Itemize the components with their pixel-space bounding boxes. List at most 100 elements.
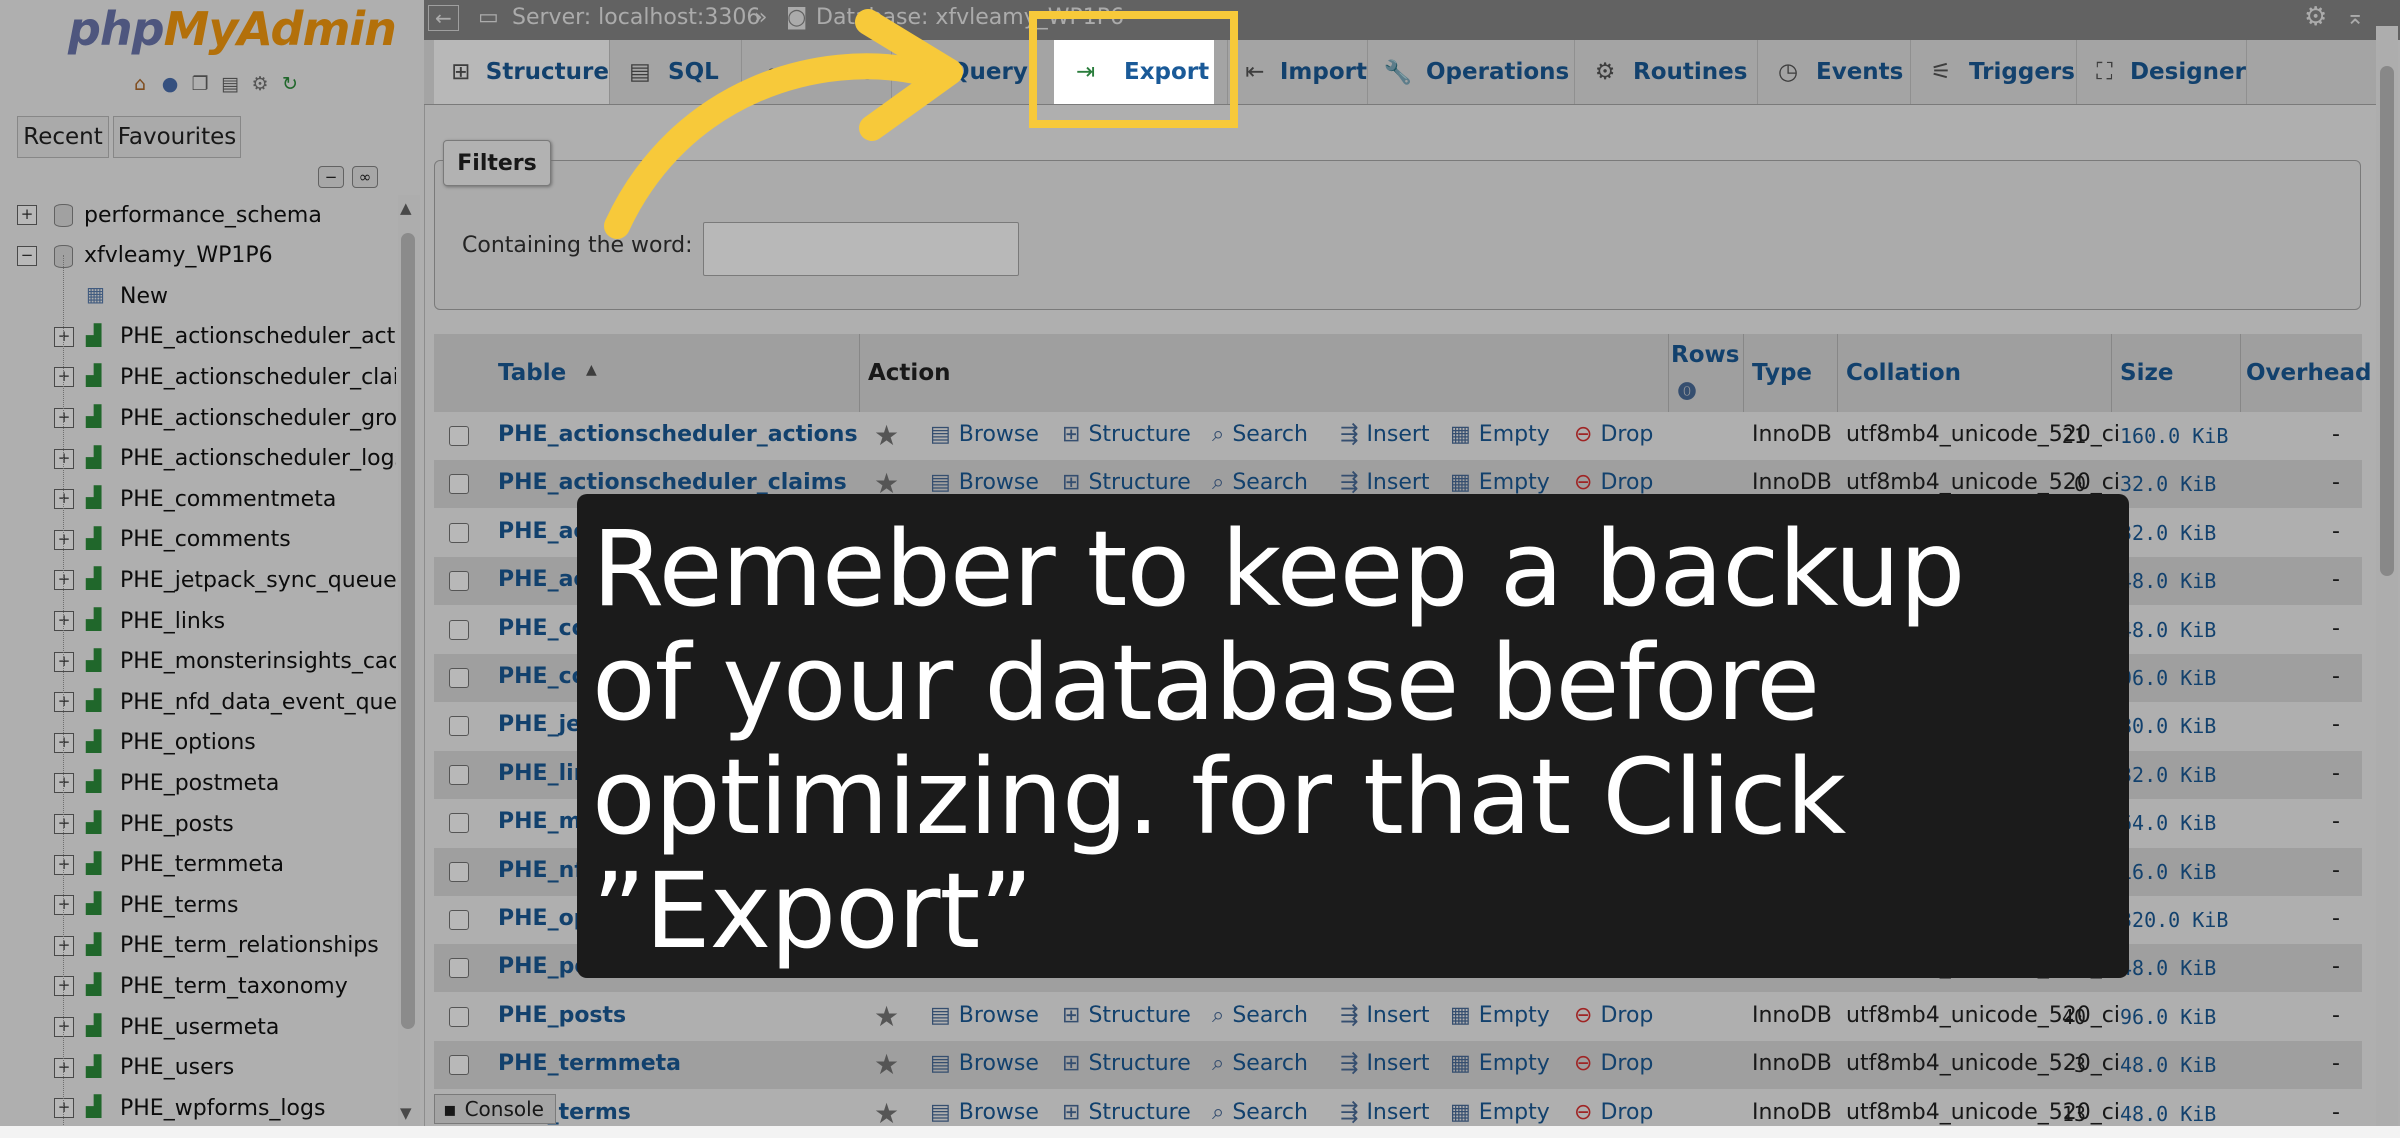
tree-table-item[interactable]: + ▟ PHE_actionscheduler_groups bbox=[0, 398, 396, 438]
collapse-all-icon[interactable]: − bbox=[318, 166, 344, 188]
breadcrumb-server[interactable]: Server: localhost:3306 bbox=[512, 5, 760, 30]
expand-icon[interactable]: + bbox=[54, 529, 74, 550]
row-checkbox[interactable] bbox=[449, 668, 469, 688]
tree-database-label[interactable]: performance_schema bbox=[84, 203, 322, 228]
home-icon[interactable]: ⌂ bbox=[128, 72, 152, 96]
collapse-top-icon[interactable]: ⌅ bbox=[2346, 5, 2364, 30]
browse-action-link[interactable]: ▤ Browse bbox=[930, 422, 1039, 447]
tree-table-label[interactable]: PHE_posts bbox=[120, 812, 234, 837]
structure-action-link[interactable]: ⊞ Structure bbox=[1062, 1003, 1191, 1028]
table-name-link[interactable]: PHE_termmeta bbox=[498, 1051, 681, 1076]
tree-table-item[interactable]: + ▟ PHE_term_relationships bbox=[0, 926, 396, 966]
search-action-link[interactable]: ⌕ Search bbox=[1212, 1003, 1308, 1028]
drop-action-link[interactable]: ⊖ Drop bbox=[1574, 1051, 1653, 1076]
tree-table-label[interactable]: PHE_term_relationships bbox=[120, 933, 379, 958]
reload-icon[interactable]: ↻ bbox=[278, 72, 302, 96]
structure-action-link[interactable]: ⊞ Structure bbox=[1062, 1100, 1191, 1125]
page-settings-gear-icon[interactable]: ⚙ bbox=[2304, 2, 2327, 32]
sidebar-scrollbar-thumb[interactable] bbox=[401, 233, 415, 1029]
column-header-size[interactable]: Size bbox=[2120, 360, 2173, 386]
filter-text-input[interactable] bbox=[703, 222, 1019, 276]
tree-table-label[interactable]: PHE_monsterinsights_cache bbox=[120, 649, 396, 674]
tree-table-label[interactable]: PHE_users bbox=[120, 1055, 234, 1080]
row-checkbox[interactable] bbox=[449, 1055, 469, 1076]
browse-action-link[interactable]: ▤ Browse bbox=[930, 1051, 1039, 1076]
table-size[interactable]: 96.0 KiB bbox=[2120, 1005, 2216, 1029]
row-checkbox[interactable] bbox=[449, 426, 469, 446]
expand-icon[interactable]: + bbox=[17, 205, 37, 225]
search-action-link[interactable]: ⌕ Search bbox=[1212, 1051, 1308, 1076]
tree-table-label[interactable]: PHE_usermeta bbox=[120, 1015, 279, 1040]
drop-action-link[interactable]: ⊖ Drop bbox=[1574, 422, 1653, 447]
browse-action-link[interactable]: ▤ Browse bbox=[930, 1100, 1039, 1125]
tree-database-label[interactable]: xfvleamy_WP1P6 bbox=[84, 243, 273, 268]
table-name-link[interactable]: PHE_actionscheduler_claims bbox=[498, 470, 847, 495]
tab-import[interactable]: ⇤ Import bbox=[1228, 40, 1368, 104]
insert-action-link[interactable]: ⇶ Insert bbox=[1340, 470, 1430, 495]
favorite-star-icon[interactable]: ★ bbox=[874, 1097, 899, 1130]
table-size[interactable]: 32.0 KiB bbox=[2120, 521, 2216, 545]
sidebar-scrollbar[interactable]: ▲ ▼ bbox=[398, 195, 420, 1126]
favorite-star-icon[interactable]: ★ bbox=[874, 419, 899, 452]
favourites-button[interactable]: Favourites bbox=[113, 116, 241, 158]
table-size[interactable]: 48.0 KiB bbox=[2120, 1053, 2216, 1077]
tree-table-item[interactable]: + ▟ PHE_terms bbox=[0, 885, 396, 925]
column-header-table[interactable]: Table bbox=[498, 360, 566, 386]
expand-icon[interactable]: + bbox=[54, 448, 74, 469]
insert-action-link[interactable]: ⇶ Insert bbox=[1340, 1051, 1430, 1076]
tree-database[interactable]: + performance_schema bbox=[0, 195, 396, 235]
tree-table-item[interactable]: + ▟ PHE_monsterinsights_cache bbox=[0, 642, 396, 682]
link-with-main-icon[interactable]: ∞ bbox=[352, 166, 378, 188]
table-name-link[interactable]: PHE_posts bbox=[498, 1003, 626, 1028]
tree-table-label[interactable]: PHE_termmeta bbox=[120, 852, 284, 877]
table-size[interactable]: 96.0 KiB bbox=[2120, 666, 2216, 690]
drop-action-link[interactable]: ⊖ Drop bbox=[1574, 470, 1653, 495]
tree-table-item[interactable]: + ▟ PHE_options bbox=[0, 723, 396, 763]
expand-icon[interactable]: + bbox=[54, 611, 74, 631]
tree-table-label[interactable]: PHE_terms bbox=[120, 893, 238, 918]
structure-action-link[interactable]: ⊞ Structure bbox=[1062, 1051, 1191, 1076]
browse-action-link[interactable]: ▤ Browse bbox=[930, 470, 1039, 495]
expand-icon[interactable]: + bbox=[54, 814, 74, 834]
expand-icon[interactable]: + bbox=[54, 1057, 74, 1078]
structure-action-link[interactable]: ⊞ Structure bbox=[1062, 470, 1191, 495]
tree-table-item[interactable]: + ▟ PHE_term_taxonomy bbox=[0, 966, 396, 1006]
tree-table-label[interactable]: PHE_comments bbox=[120, 527, 291, 552]
table-size[interactable]: 16.0 KiB bbox=[2120, 860, 2216, 884]
help-icon[interactable]: ❐ bbox=[188, 72, 212, 96]
row-checkbox[interactable] bbox=[449, 861, 469, 882]
search-action-link[interactable]: ⌕ Search bbox=[1212, 470, 1308, 495]
main-scrollbar[interactable] bbox=[2376, 26, 2398, 1126]
tree-table-label[interactable]: PHE_options bbox=[120, 730, 256, 755]
expand-icon[interactable]: + bbox=[54, 935, 74, 956]
browse-action-link[interactable]: ▤ Browse bbox=[930, 1003, 1039, 1028]
tree-table-item[interactable]: + ▟ PHE_jetpack_sync_queue bbox=[0, 560, 396, 600]
tree-table-item[interactable]: + ▟ PHE_actionscheduler_logs bbox=[0, 439, 396, 479]
expand-icon[interactable]: + bbox=[54, 570, 74, 591]
console-toggle[interactable]: ▪ Console bbox=[434, 1094, 556, 1124]
tree-table-item[interactable]: + ▟ PHE_actionscheduler_claims bbox=[0, 357, 396, 397]
column-header-overhead[interactable]: Overhead bbox=[2246, 360, 2371, 386]
tab-events[interactable]: ◷ Events bbox=[1758, 40, 1911, 104]
expand-icon[interactable]: + bbox=[54, 651, 74, 672]
favorite-star-icon[interactable]: ★ bbox=[874, 1048, 899, 1081]
expand-icon[interactable]: + bbox=[54, 854, 74, 875]
insert-action-link[interactable]: ⇶ Insert bbox=[1340, 1003, 1430, 1028]
table-size[interactable]: 320.0 KiB bbox=[2120, 908, 2228, 932]
expand-icon[interactable]: + bbox=[54, 326, 74, 347]
structure-action-link[interactable]: ⊞ Structure bbox=[1062, 422, 1191, 447]
tab-triggers[interactable]: ⚟ Triggers bbox=[1911, 40, 2077, 104]
row-checkbox[interactable] bbox=[449, 1006, 469, 1027]
tree-table-label[interactable]: PHE_postmeta bbox=[120, 771, 279, 796]
row-checkbox[interactable] bbox=[449, 910, 469, 930]
tree-table-label[interactable]: PHE_links bbox=[120, 609, 225, 634]
column-header-rows[interactable]: Rows bbox=[1671, 342, 1739, 368]
tree-new-label[interactable]: New bbox=[120, 284, 168, 309]
tree-table-label[interactable]: PHE_commentmeta bbox=[120, 487, 336, 512]
expand-icon[interactable]: + bbox=[54, 489, 74, 510]
tree-table-item[interactable]: + ▟ PHE_users bbox=[0, 1048, 396, 1088]
tab-operations[interactable]: 🔧 Operations bbox=[1368, 40, 1575, 104]
tree-table-label[interactable]: PHE_wpforms_logs bbox=[120, 1096, 325, 1121]
tree-table-label[interactable]: PHE_jetpack_sync_queue bbox=[120, 568, 396, 593]
tree-new-table[interactable]: ▦ New bbox=[0, 276, 396, 316]
